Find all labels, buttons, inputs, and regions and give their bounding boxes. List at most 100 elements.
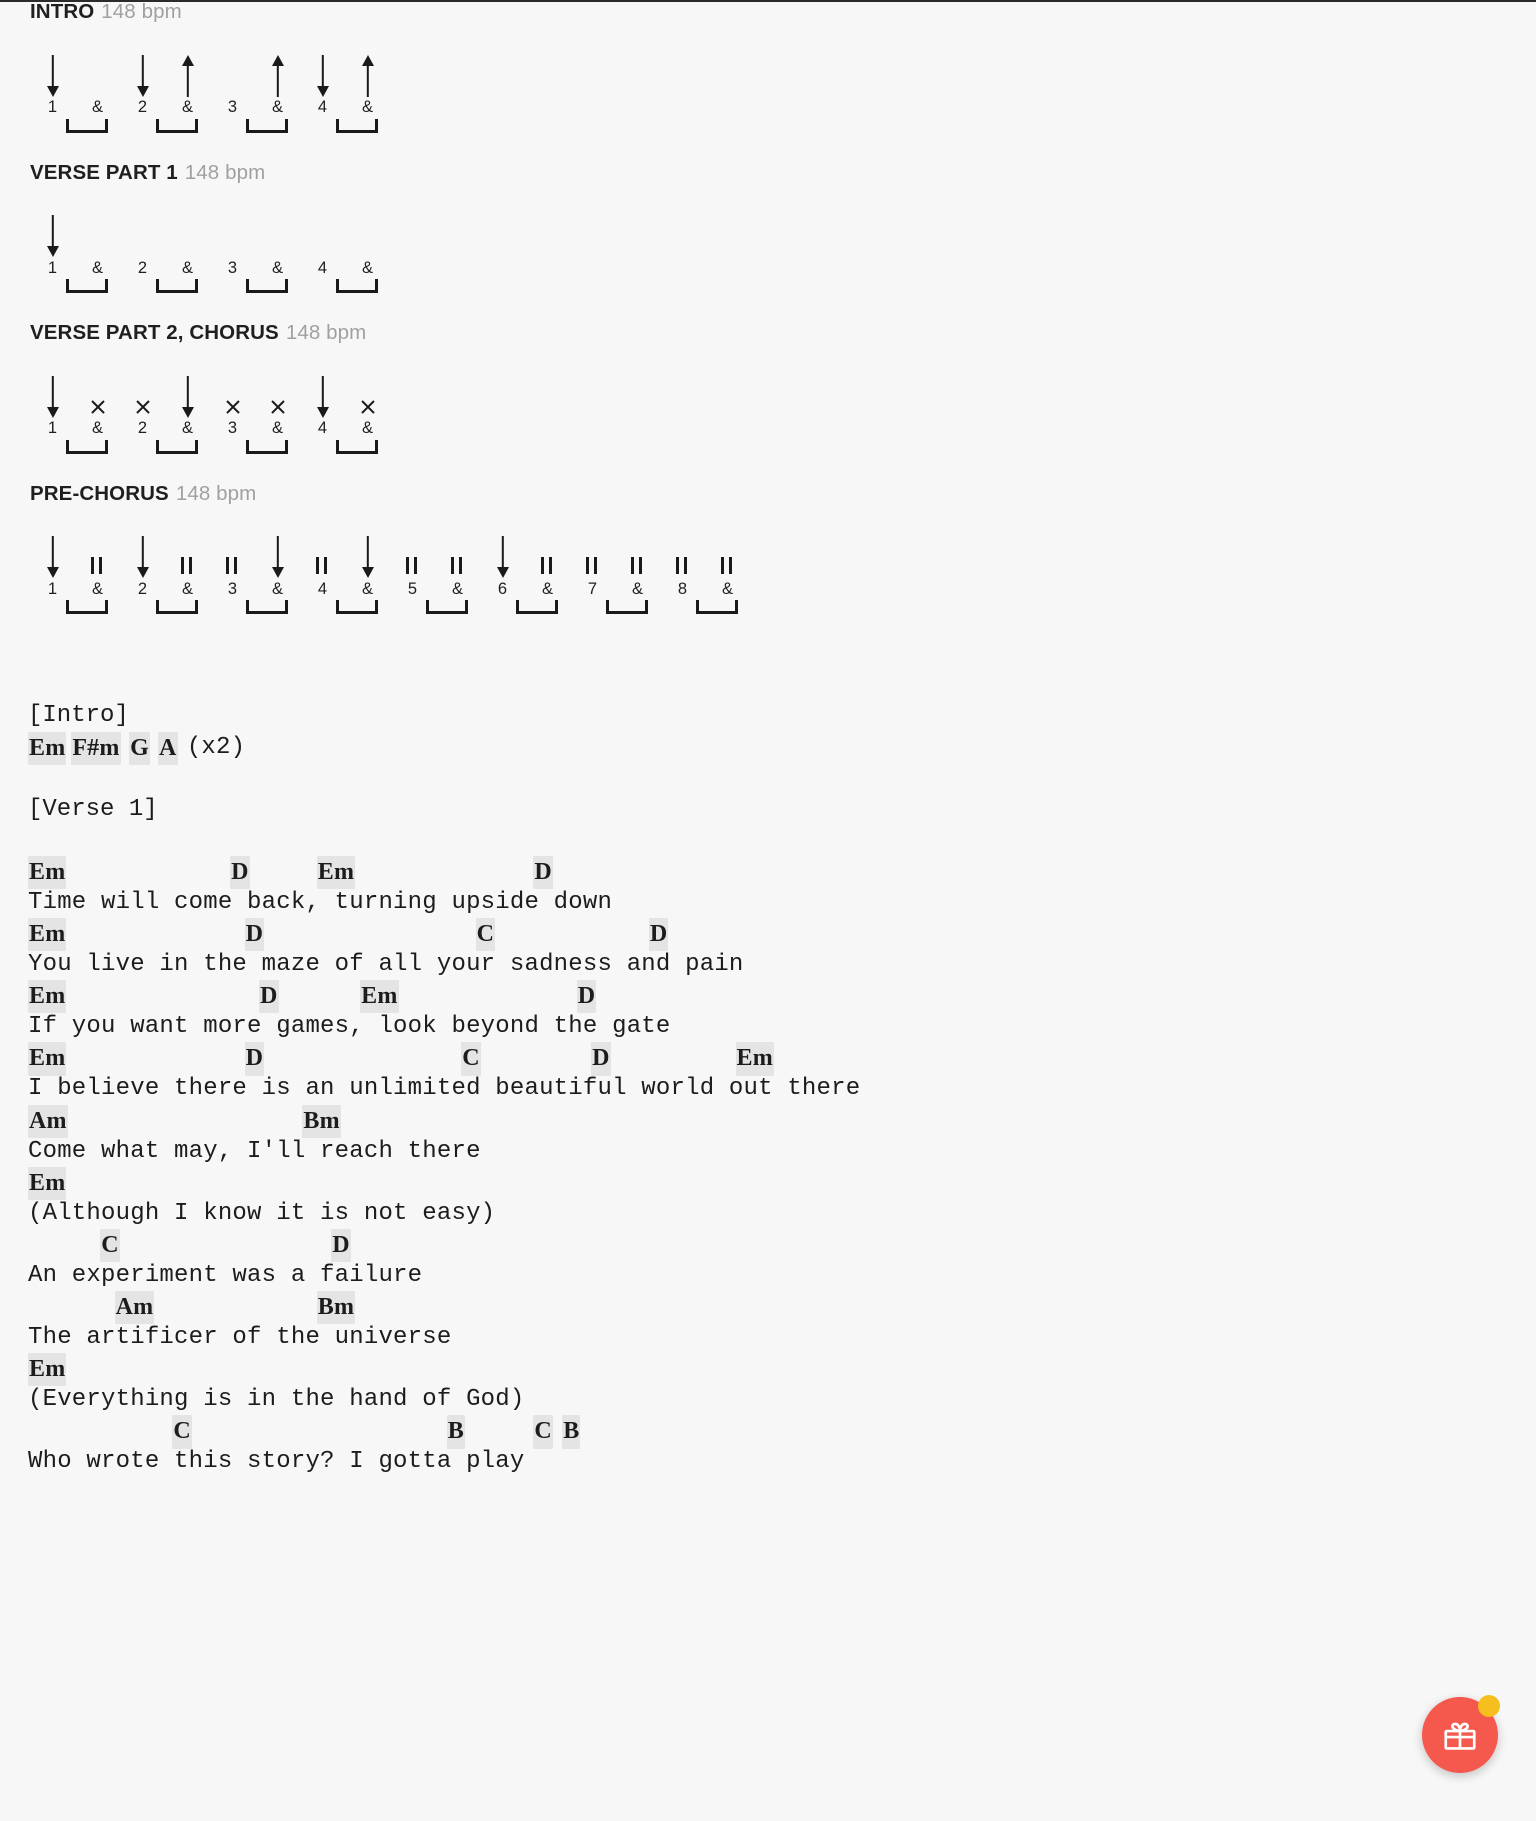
- rest-stroke-icon: [720, 536, 735, 578]
- strum-stroke-row: [30, 532, 750, 579]
- chord-label[interactable]: C: [475, 917, 496, 952]
- rest-stroke-icon: [675, 536, 690, 578]
- chord-line: Em F#m G A (x2): [28, 731, 1536, 765]
- chord-label[interactable]: C: [461, 1042, 481, 1076]
- chord-label[interactable]: Bm: [302, 1104, 341, 1138]
- strum-grid: 1 & 2 & 3 & 4 & 5 & 6 & 7 & 8 &: [30, 532, 1536, 624]
- strum-beat-cell: [30, 54, 75, 97]
- rest-stroke-icon: [180, 536, 195, 578]
- chord-sheet-page: INTRO 148 bpm 1 & 2 & 3 & 4 & VERSE PART 1 148 bpm 1…: [0, 0, 1536, 1821]
- chord-label[interactable]: C: [533, 1415, 553, 1449]
- strum-beat-cell: [75, 215, 120, 257]
- mute-stroke-icon: [226, 376, 240, 418]
- downstroke-arrow-icon: [136, 54, 150, 97]
- chord-label[interactable]: D: [331, 1228, 351, 1263]
- downstroke-arrow-icon: [136, 536, 150, 579]
- chord-label[interactable]: Em: [28, 1353, 67, 1387]
- rest-stroke-icon: [450, 536, 465, 578]
- chord-label[interactable]: Em: [28, 980, 67, 1014]
- chord-label[interactable]: Em: [360, 980, 399, 1014]
- beat-count-label: 1: [47, 98, 58, 117]
- beat-bracket-slot: [672, 600, 762, 615]
- chord-label[interactable]: D: [244, 917, 265, 952]
- beat-count-label: 3: [227, 419, 238, 438]
- beat-bracket: [156, 439, 198, 454]
- chord-line: Em: [28, 1353, 1536, 1387]
- rest-stroke-icon: [315, 536, 330, 578]
- mute-stroke-icon: [361, 376, 375, 418]
- beat-count-label: &: [541, 579, 553, 598]
- chord-label[interactable]: Am: [28, 1104, 68, 1138]
- empty-beat: [91, 55, 105, 97]
- beat-count-label: 2: [137, 98, 148, 117]
- gift-button[interactable]: [1422, 1695, 1500, 1773]
- chord-label[interactable]: Em: [28, 731, 67, 765]
- strum-stroke-row: [30, 372, 390, 418]
- chord-line: CD: [28, 1228, 1536, 1263]
- beat-count-label: &: [91, 419, 103, 438]
- beat-count-label: 4: [317, 579, 328, 598]
- chord-label[interactable]: D: [591, 1042, 611, 1076]
- lyric-line: (Although I know it is not easy): [28, 1199, 496, 1227]
- beat-count-label: 1: [47, 419, 58, 438]
- chord-label[interactable]: A: [157, 731, 178, 765]
- chord-label[interactable]: D: [259, 980, 279, 1014]
- downstroke-arrow-icon: [271, 536, 285, 579]
- beat-count-label: &: [361, 98, 373, 117]
- beat-count-label: 2: [137, 579, 148, 598]
- chord-label[interactable]: D: [533, 855, 553, 889]
- chord-label[interactable]: Em: [28, 1166, 67, 1200]
- mute-stroke-icon: [136, 376, 150, 418]
- chord-line: Em D Em D: [28, 855, 1536, 889]
- strum-beat-cell: [345, 215, 390, 257]
- strum-pattern-header: INTRO 148 bpm: [30, 0, 1536, 25]
- chord-label[interactable]: G: [129, 731, 150, 765]
- chord-label[interactable]: Em: [316, 855, 356, 889]
- beat-count-label: 2: [137, 258, 148, 277]
- beat-count-label: &: [271, 419, 283, 438]
- chord-label[interactable]: Em: [735, 1042, 774, 1076]
- chord-label[interactable]: Em: [28, 1042, 67, 1076]
- beat-bracket: [696, 600, 738, 615]
- mute-stroke-icon: [271, 376, 285, 418]
- strum-bracket-row: [30, 439, 402, 464]
- chord-label[interactable]: C: [100, 1228, 120, 1263]
- strum-pattern-title: INTRO: [30, 0, 95, 23]
- strum-beat-cell: [300, 215, 345, 257]
- beat-bracket-slot: [492, 600, 582, 615]
- beat-bracket-slot: [42, 118, 132, 133]
- chord-label[interactable]: D: [576, 980, 597, 1014]
- chord-label[interactable]: B: [562, 1415, 581, 1449]
- chord-label[interactable]: D: [648, 917, 669, 952]
- beat-count-label: 4: [317, 419, 328, 438]
- beat-count-label: &: [631, 579, 643, 598]
- chord-label[interactable]: C: [172, 1415, 192, 1449]
- strum-beat-cell: [705, 536, 750, 578]
- strum-count-row: 1 & 2 & 3 & 4 &: [30, 97, 390, 119]
- chord-label[interactable]: B: [446, 1415, 465, 1449]
- strumming-patterns: INTRO 148 bpm 1 & 2 & 3 & 4 & VERSE PART 1 148 bpm 1…: [0, 0, 1536, 624]
- empty-beat: [91, 215, 105, 257]
- chord-label[interactable]: Am: [114, 1291, 155, 1325]
- chord-label[interactable]: Em: [28, 855, 67, 889]
- chord-label[interactable]: F#m: [71, 731, 121, 765]
- beat-bracket: [336, 118, 378, 133]
- chord-line: Em: [28, 1166, 1536, 1200]
- beat-bracket: [246, 118, 288, 133]
- downstroke-arrow-icon: [46, 375, 60, 418]
- strum-beat-cell: [255, 54, 300, 97]
- strum-beat-cell: [255, 376, 300, 418]
- beat-count-label: 8: [677, 579, 688, 598]
- chord-label[interactable]: D: [230, 855, 250, 889]
- top-divider: [0, 0, 1536, 2]
- beat-bracket: [336, 279, 378, 294]
- beat-count-label: 7: [587, 579, 598, 598]
- rest-stroke-icon: [540, 536, 555, 578]
- beat-count-label: 3: [227, 98, 238, 117]
- empty-beat: [316, 215, 330, 257]
- chord-label[interactable]: D: [244, 1042, 265, 1076]
- chord-label[interactable]: Em: [28, 917, 67, 952]
- chord-label[interactable]: Bm: [316, 1291, 356, 1325]
- strum-pattern-block: INTRO 148 bpm 1 & 2 & 3 & 4 &: [30, 0, 1536, 143]
